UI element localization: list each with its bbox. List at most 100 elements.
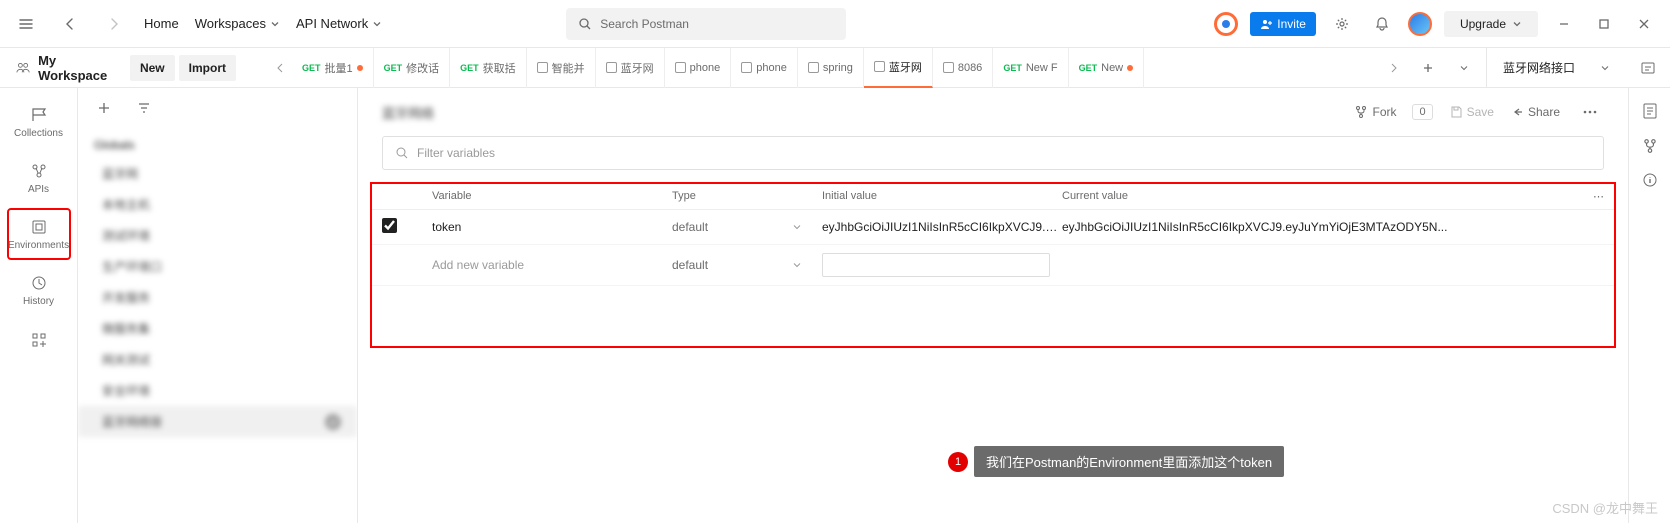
nav-home[interactable]: Home — [144, 16, 179, 31]
invite-button[interactable]: Invite — [1250, 12, 1316, 36]
environment-selector-label: 蓝牙网络接口 — [1503, 59, 1575, 76]
back-button[interactable] — [56, 10, 84, 38]
rail-collections[interactable]: Collections — [7, 96, 71, 148]
tab-11[interactable]: GETNew — [1069, 48, 1145, 88]
tab-5[interactable]: phone — [665, 48, 732, 88]
rail-history[interactable]: History — [7, 264, 71, 316]
context-info-icon[interactable] — [1642, 172, 1658, 188]
unsaved-dot-icon — [1127, 65, 1133, 71]
new-button[interactable]: New — [130, 55, 175, 81]
variable-row[interactable]: tokendefault eyJhbGciOiJIUzI1NiIsInR5cCI6… — [372, 210, 1614, 245]
add-type[interactable]: default — [672, 258, 708, 272]
header-more-icon[interactable]: ⋯ — [1574, 190, 1604, 203]
top-bar: Home Workspaces API Network Search Postm… — [0, 0, 1670, 48]
grid-add-icon — [29, 330, 49, 350]
environment-selector[interactable]: 蓝牙网络接口 — [1486, 48, 1626, 88]
chevron-down-icon — [372, 19, 382, 29]
filter-env-button[interactable] — [130, 94, 158, 122]
add-initial-input[interactable] — [822, 253, 1050, 277]
sidebar-env-item[interactable]: 本地主机 — [78, 189, 357, 220]
variable-name[interactable]: token — [432, 220, 672, 234]
variable-checkbox[interactable] — [382, 218, 397, 233]
forward-button[interactable] — [100, 10, 128, 38]
sidebar-env-item[interactable]: 蓝牙网 — [78, 158, 357, 189]
nav-workspaces[interactable]: Workspaces — [195, 16, 280, 31]
add-env-button[interactable] — [90, 94, 118, 122]
context-fork-icon[interactable] — [1642, 138, 1658, 154]
variable-type[interactable]: default — [672, 220, 708, 234]
sidebar-env-item[interactable]: 微服务集 — [78, 313, 357, 344]
share-button[interactable]: Share — [1510, 105, 1560, 119]
save-button[interactable]: Save — [1449, 105, 1494, 119]
add-variable-row[interactable]: Add new variable default — [372, 245, 1614, 286]
context-docs-icon[interactable] — [1641, 102, 1659, 120]
search-icon — [578, 17, 592, 31]
variable-initial[interactable]: eyJhbGciOiJIUzI1NiIsInR5cCI6IkpXVCJ9.e..… — [822, 220, 1062, 234]
annotation-number: 1 — [948, 452, 968, 472]
import-button[interactable]: Import — [179, 55, 236, 81]
hamburger-icon[interactable] — [12, 10, 40, 38]
tab-4[interactable]: 蓝牙网 — [596, 48, 665, 88]
search-placeholder: Search Postman — [600, 17, 689, 31]
filter-variables-input[interactable]: Filter variables — [382, 136, 1604, 170]
tab-8[interactable]: 蓝牙网 — [864, 48, 933, 88]
nav-api-network[interactable]: API Network — [296, 16, 382, 31]
upgrade-label: Upgrade — [1460, 17, 1506, 31]
tab-10[interactable]: GETNew F — [993, 48, 1068, 88]
sidebar-globals[interactable]: Globals — [78, 132, 357, 158]
notifications-icon[interactable] — [1368, 10, 1396, 38]
fork-button[interactable]: Fork — [1354, 105, 1396, 119]
content-header: 蓝牙网络 Fork 0 Save Share — [358, 88, 1628, 136]
fork-count: 0 — [1412, 104, 1432, 120]
tab-1[interactable]: GET修改话 — [374, 48, 451, 88]
variable-current[interactable]: eyJhbGciOiJIUzI1NiIsInR5cCI6IkpXVCJ9.eyJ… — [1062, 220, 1574, 234]
env-tab-icon — [606, 62, 617, 73]
tab-6[interactable]: phone — [731, 48, 798, 88]
watermark: CSDN @龙中舞王 — [1552, 498, 1658, 517]
upgrade-button[interactable]: Upgrade — [1444, 11, 1538, 37]
chevron-down-icon — [792, 222, 802, 232]
rail-more[interactable] — [7, 320, 71, 360]
settings-icon[interactable] — [1328, 10, 1356, 38]
new-tab-button[interactable] — [1414, 54, 1442, 82]
annotation-callout: 1 我们在Postman的Environment里面添加这个token — [948, 446, 1284, 477]
window-minimize[interactable] — [1550, 10, 1578, 38]
tab-options[interactable] — [1450, 54, 1478, 82]
tab-2[interactable]: GET获取括 — [450, 48, 527, 88]
workspace-bar: My Workspace New Import GET批量1GET修改话GET获… — [0, 48, 1670, 88]
env-tab-icon — [675, 62, 686, 73]
tab-9[interactable]: 8086 — [933, 48, 993, 88]
history-icon — [29, 273, 49, 293]
more-options[interactable] — [1576, 98, 1604, 126]
sidebar-env-item[interactable]: 开发服务 — [78, 282, 357, 313]
tab-3[interactable]: 智能并 — [527, 48, 596, 88]
tabs: GET批量1GET修改话GET获取括智能并蓝牙网phonephonespring… — [292, 48, 1374, 88]
sidebar-env-item[interactable]: 网关测试 — [78, 344, 357, 375]
environment-quicklook-icon[interactable] — [1634, 54, 1662, 82]
workspace-label[interactable]: My Workspace New Import — [0, 53, 260, 83]
sidebar-env-item[interactable]: 生产环境口 — [78, 251, 357, 282]
search-wrap: Search Postman — [566, 8, 846, 40]
header-variable: Variable — [432, 190, 672, 203]
sidebar-env-item[interactable]: 蓝牙网络接 — [78, 406, 357, 437]
header-initial: Initial value — [822, 190, 1062, 203]
rail-apis[interactable]: APIs — [7, 152, 71, 204]
active-env-check-icon — [325, 414, 341, 430]
tab-label: spring — [823, 62, 853, 74]
tab-scroll-left[interactable] — [268, 63, 292, 73]
workspace-actions: New Import — [126, 55, 236, 81]
window-close[interactable] — [1630, 10, 1658, 38]
tab-scroll-right[interactable] — [1382, 63, 1406, 73]
sidebar-env-item[interactable]: 测试环境 — [78, 220, 357, 251]
rail-environments[interactable]: Environments — [7, 208, 71, 260]
tab-0[interactable]: GET批量1 — [292, 48, 374, 88]
right-rail — [1628, 88, 1670, 523]
sync-icon[interactable] — [1214, 12, 1238, 36]
tab-7[interactable]: spring — [798, 48, 864, 88]
avatar[interactable] — [1408, 12, 1432, 36]
sidebar-env-item[interactable]: 安全环境 — [78, 375, 357, 406]
env-tab-icon — [537, 62, 548, 73]
window-maximize[interactable] — [1590, 10, 1618, 38]
add-variable-placeholder[interactable]: Add new variable — [432, 258, 672, 272]
search-input[interactable]: Search Postman — [566, 8, 846, 40]
